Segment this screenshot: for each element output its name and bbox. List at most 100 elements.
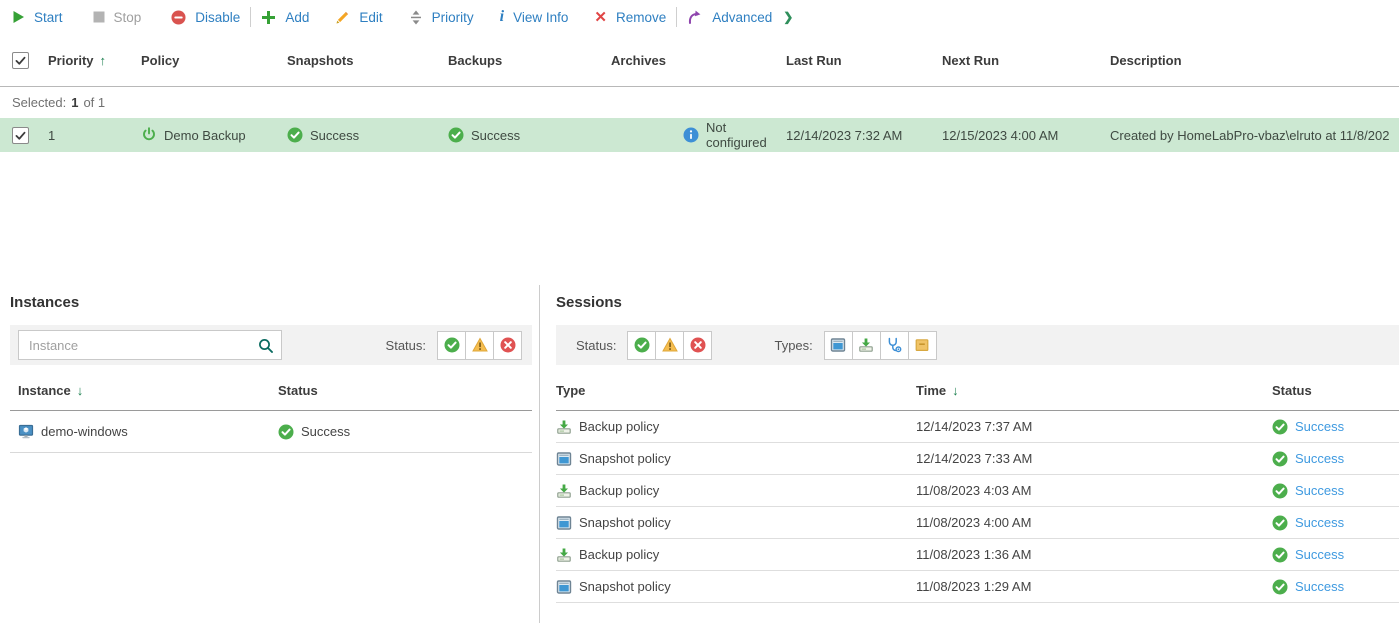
session-type: Snapshot policy bbox=[579, 515, 671, 530]
column-header-type[interactable]: Type bbox=[556, 383, 916, 398]
advanced-icon bbox=[687, 9, 703, 25]
filter-restore-button[interactable] bbox=[880, 331, 909, 360]
session-row[interactable]: Snapshot policy 11/08/2023 4:00 AM Succe… bbox=[556, 507, 1399, 539]
filter-warning-button[interactable] bbox=[655, 331, 684, 360]
session-time: 11/08/2023 4:03 AM bbox=[916, 483, 1272, 498]
start-button[interactable]: Start bbox=[12, 10, 63, 25]
status-filter-label: Status: bbox=[386, 338, 426, 353]
disable-button[interactable]: Disable bbox=[171, 10, 240, 25]
session-time: 12/14/2023 7:33 AM bbox=[916, 451, 1272, 466]
session-row[interactable]: Backup policy 11/08/2023 4:03 AM Success bbox=[556, 475, 1399, 507]
instance-status: Success bbox=[301, 424, 350, 439]
start-label: Start bbox=[34, 10, 63, 25]
filter-archive-button[interactable] bbox=[908, 331, 937, 360]
filter-snapshot-button[interactable] bbox=[824, 331, 853, 360]
edit-label: Edit bbox=[359, 10, 382, 25]
last-run-cell: 12/14/2023 7:32 AM bbox=[786, 128, 942, 143]
pencil-icon bbox=[335, 10, 350, 25]
disable-label: Disable bbox=[195, 10, 240, 25]
filter-success-button[interactable] bbox=[627, 331, 656, 360]
filter-success-button[interactable] bbox=[437, 331, 466, 360]
instance-row[interactable]: demo-windows Success bbox=[10, 411, 532, 453]
success-icon bbox=[1272, 483, 1288, 499]
selected-label: Selected: bbox=[12, 95, 66, 110]
instance-search bbox=[18, 330, 282, 360]
selected-count: 1 bbox=[71, 95, 78, 110]
session-row[interactable]: Snapshot policy 11/08/2023 1:29 AM Succe… bbox=[556, 571, 1399, 603]
search-icon[interactable] bbox=[258, 338, 273, 353]
status-filter-label: Status: bbox=[576, 338, 616, 353]
column-header-next-run[interactable]: Next Run bbox=[942, 53, 1110, 68]
toolbar-separator bbox=[676, 7, 677, 27]
remove-label: Remove bbox=[616, 10, 666, 25]
stop-label: Stop bbox=[114, 10, 142, 25]
add-button[interactable]: Add bbox=[261, 10, 309, 25]
sessions-table-header: Type Time ↓ Status bbox=[556, 371, 1399, 411]
sessions-panel: Sessions Status: Types: Type Time ↓ bbox=[540, 285, 1399, 623]
next-run-cell: 12/15/2023 4:00 AM bbox=[942, 128, 1110, 143]
view-info-button[interactable]: i View Info bbox=[500, 9, 569, 25]
column-header-policy[interactable]: Policy bbox=[135, 53, 285, 68]
column-header-priority[interactable]: Priority ↑ bbox=[48, 53, 135, 68]
stop-button[interactable]: Stop bbox=[93, 10, 142, 25]
column-header-last-run[interactable]: Last Run bbox=[786, 53, 942, 68]
success-icon bbox=[1272, 419, 1288, 435]
success-icon bbox=[1272, 547, 1288, 563]
session-row[interactable]: Backup policy 12/14/2023 7:37 AM Success bbox=[556, 411, 1399, 443]
description-cell: Created by HomeLabPro-vbaz\elruto at 11/… bbox=[1110, 128, 1399, 143]
instances-table: Instance ↓ Status demo-windows Success bbox=[10, 371, 532, 453]
session-status-link[interactable]: Success bbox=[1295, 419, 1344, 434]
instance-name: demo-windows bbox=[41, 424, 128, 439]
column-header-status[interactable]: Status bbox=[278, 383, 532, 398]
remove-button[interactable]: ✕ Remove bbox=[594, 10, 666, 25]
instance-search-input[interactable] bbox=[19, 338, 258, 353]
instances-table-header: Instance ↓ Status bbox=[10, 371, 532, 411]
select-all-checkbox[interactable] bbox=[12, 52, 29, 69]
filter-error-button[interactable] bbox=[683, 331, 712, 360]
policy-name: Demo Backup bbox=[164, 128, 246, 143]
session-status-link[interactable]: Success bbox=[1295, 451, 1344, 466]
view-info-label: View Info bbox=[513, 10, 568, 25]
power-icon bbox=[141, 127, 157, 143]
advanced-label: Advanced bbox=[712, 10, 772, 25]
priority-button[interactable]: Priority bbox=[409, 10, 474, 25]
filter-warning-button[interactable] bbox=[465, 331, 494, 360]
column-header-archives[interactable]: Archives bbox=[611, 53, 786, 68]
snapshots-status: Success bbox=[310, 128, 359, 143]
session-type: Snapshot policy bbox=[579, 451, 671, 466]
success-icon bbox=[1272, 451, 1288, 467]
row-checkbox[interactable] bbox=[12, 127, 29, 144]
snapshot-policy-icon bbox=[556, 515, 572, 531]
advanced-button[interactable]: Advanced ❯ bbox=[687, 9, 793, 25]
session-row[interactable]: Snapshot policy 12/14/2023 7:33 AM Succe… bbox=[556, 443, 1399, 475]
policy-row[interactable]: 1 Demo Backup Success Success Not config… bbox=[0, 118, 1399, 152]
session-time: 12/14/2023 7:37 AM bbox=[916, 419, 1272, 434]
instances-title: Instances bbox=[10, 293, 539, 313]
column-header-backups[interactable]: Backups bbox=[445, 53, 611, 68]
session-row[interactable]: Backup policy 11/08/2023 1:36 AM Success bbox=[556, 539, 1399, 571]
session-status-link[interactable]: Success bbox=[1295, 515, 1344, 530]
filter-backup-button[interactable] bbox=[852, 331, 881, 360]
session-status-link[interactable]: Success bbox=[1295, 579, 1344, 594]
snapshot-policy-icon bbox=[556, 579, 572, 595]
success-icon bbox=[278, 424, 294, 440]
instances-status-filters bbox=[437, 331, 522, 360]
edit-button[interactable]: Edit bbox=[335, 10, 382, 25]
instances-filter-bar: Status: bbox=[10, 325, 532, 365]
selected-suffix: of 1 bbox=[83, 95, 105, 110]
sessions-status-filters bbox=[627, 331, 712, 360]
priority-icon bbox=[409, 10, 423, 25]
session-status-link[interactable]: Success bbox=[1295, 483, 1344, 498]
remove-x-icon: ✕ bbox=[594, 10, 607, 25]
column-header-description[interactable]: Description bbox=[1110, 53, 1399, 68]
session-status-link[interactable]: Success bbox=[1295, 547, 1344, 562]
column-header-status[interactable]: Status bbox=[1272, 383, 1399, 398]
info-circle-icon bbox=[683, 127, 699, 143]
column-header-snapshots[interactable]: Snapshots bbox=[285, 53, 445, 68]
column-header-time[interactable]: Time ↓ bbox=[916, 383, 1272, 398]
session-time: 11/08/2023 1:36 AM bbox=[916, 547, 1272, 562]
filter-error-button[interactable] bbox=[493, 331, 522, 360]
policies-table-header: Priority ↑ Policy Snapshots Backups Arch… bbox=[0, 34, 1399, 87]
info-icon: i bbox=[500, 9, 504, 25]
column-header-instance[interactable]: Instance ↓ bbox=[18, 383, 278, 398]
